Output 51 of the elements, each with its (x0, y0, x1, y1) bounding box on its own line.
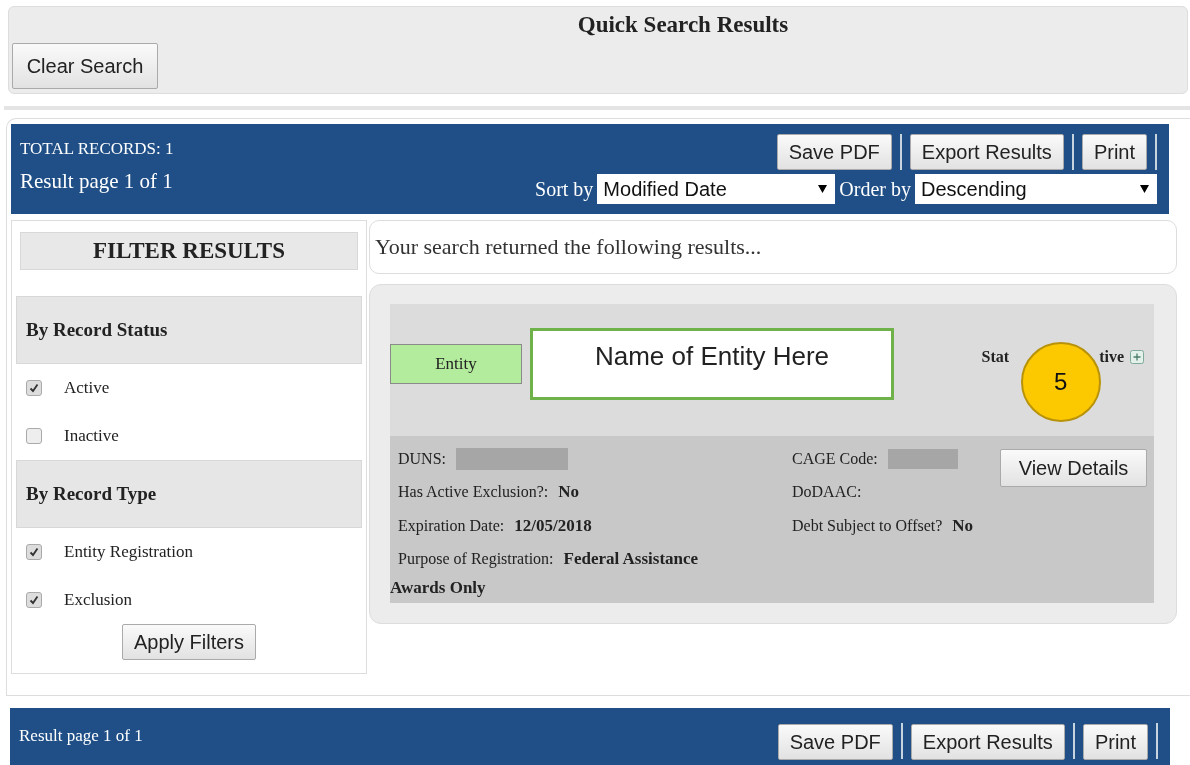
toolbar-button[interactable]: Print (1081, 134, 1147, 170)
checkbox[interactable] (26, 380, 42, 396)
view-details-button[interactable]: View Details (1000, 449, 1147, 487)
filter-group-heading: By Record Status (16, 296, 362, 364)
entity-name-box: Name of Entity Here (530, 328, 894, 400)
checkbox[interactable] (26, 592, 42, 608)
check-icon (29, 595, 39, 605)
sort-dropdown[interactable]: Modified Date (597, 174, 836, 204)
apply-filters-button[interactable]: Apply Filters (122, 624, 256, 660)
expand-icon[interactable] (1130, 350, 1144, 364)
checkbox[interactable] (26, 428, 42, 444)
field-value: Federal Assistance (563, 549, 699, 570)
status-value: tive (1099, 348, 1124, 366)
dropdown-arrow-icon (1140, 185, 1149, 193)
check-icon (29, 547, 39, 557)
checkbox[interactable] (26, 544, 42, 560)
filter-title: FILTER RESULTS (20, 232, 358, 270)
clear-search-button[interactable]: Clear Search (12, 43, 158, 89)
field-value: Awards Only (390, 578, 487, 598)
filter-option-label: Exclusion (64, 590, 132, 610)
order-dropdown[interactable]: Descending (915, 174, 1157, 204)
field-value: No (952, 515, 974, 536)
filter-group-heading: By Record Type (16, 460, 362, 528)
field-label: Debt Subject to Offset? (792, 516, 943, 535)
page-info: Result page 1 of 1 (19, 726, 143, 746)
filter-option-label: Inactive (64, 426, 119, 446)
results-message: Your search returned the following results... (369, 220, 1177, 274)
sort-label: Sort by (535, 177, 594, 201)
dropdown-arrow-icon (818, 185, 828, 193)
field-label: Purpose of Registration: (398, 550, 554, 569)
field-label: CAGE Code: (792, 449, 878, 468)
order-label: Order by (839, 177, 911, 201)
field-value: No (558, 482, 579, 503)
field-label: DUNS: (398, 449, 446, 468)
total-records: TOTAL RECORDS: 1 (20, 139, 174, 159)
page-info: Result page 1 of 1 (20, 169, 174, 194)
filter-option-label: Active (64, 378, 110, 398)
toolbar-button[interactable]: Save PDF (777, 724, 893, 760)
field-label: Has Active Exclusion?: (398, 483, 549, 502)
filter-option-label: Entity Registration (64, 542, 193, 562)
toolbar-button[interactable]: Save PDF (776, 134, 892, 170)
page-title: Quick Search Results (576, 11, 790, 38)
status-label: Stat (981, 348, 1010, 366)
record-type-tag: Entity (390, 344, 522, 384)
field-label: Expiration Date: (398, 516, 505, 535)
toolbar-button[interactable]: Print (1082, 724, 1148, 760)
check-icon (29, 383, 39, 393)
field-value: 12/05/2018 (514, 515, 592, 536)
toolbar-button[interactable]: Export Results (909, 134, 1064, 170)
toolbar-button[interactable]: Export Results (910, 724, 1065, 760)
field-label: DoDAAC: (792, 483, 862, 502)
